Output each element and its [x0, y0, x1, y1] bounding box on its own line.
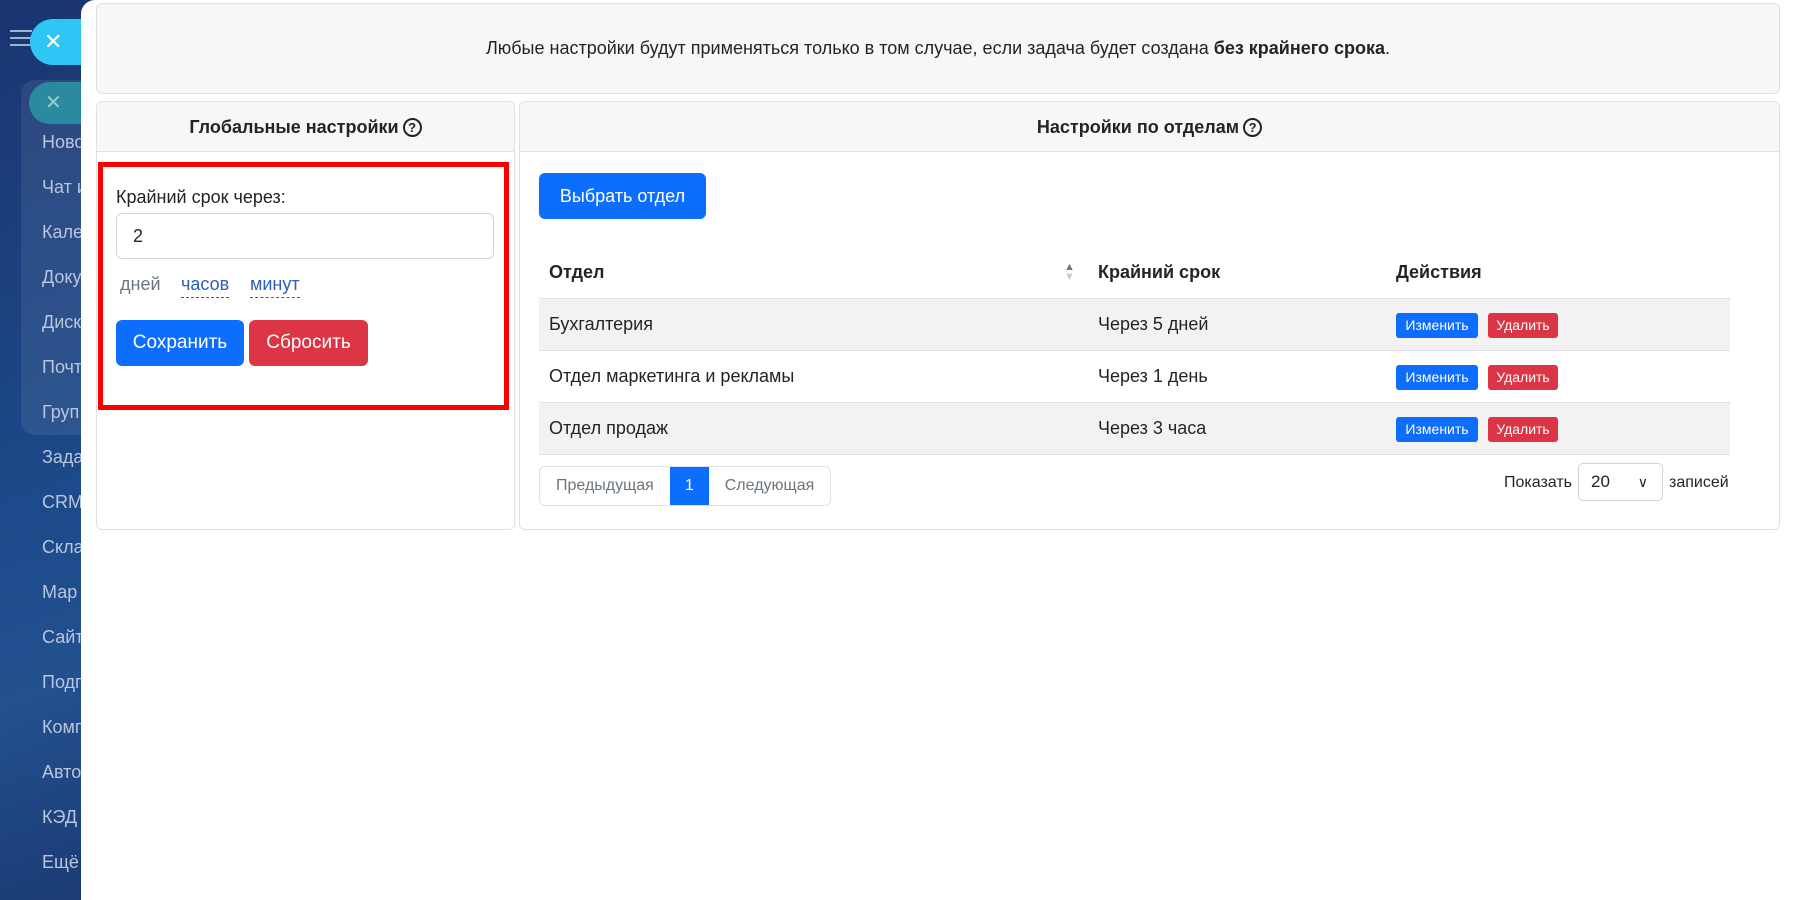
- deadline-value: Через 1 день: [1098, 366, 1208, 386]
- sidebar-item[interactable]: Комп: [42, 717, 85, 738]
- show-label: Показать: [1504, 474, 1573, 491]
- records-label: записей: [1669, 474, 1729, 491]
- department-name: Бухгалтерия: [549, 314, 653, 334]
- chevron-down-icon: ∨: [1637, 474, 1648, 490]
- pagination: Предыдущая 1 Следующая: [539, 466, 832, 506]
- table-row: Бухгалтерия Через 5 дней Изменить Удалить: [539, 298, 1730, 351]
- edit-button[interactable]: Изменить: [1396, 313, 1478, 338]
- table-row: Отдел продаж Через 3 часа Изменить Удалить: [539, 402, 1730, 455]
- sidebar-item[interactable]: Мар: [42, 582, 77, 603]
- sidebar-item[interactable]: Подп: [42, 672, 85, 693]
- global-settings-title: Глобальные настройки: [189, 117, 399, 137]
- column-header-actions: Действия: [1396, 262, 1482, 282]
- save-button[interactable]: Сохранить: [116, 320, 244, 366]
- unit-hours[interactable]: часов: [181, 274, 230, 298]
- notice-bold: без крайнего срока: [1213, 38, 1386, 58]
- sidebar-item[interactable]: Почт: [42, 357, 82, 378]
- notice-end: .: [1385, 38, 1391, 58]
- column-header-department[interactable]: Отдел: [549, 262, 604, 283]
- deadline-input[interactable]: 2: [116, 213, 494, 259]
- sidebar-item[interactable]: Доку: [42, 267, 81, 288]
- sidebar-item[interactable]: Ещё: [42, 852, 79, 873]
- column-header-deadline[interactable]: Крайний срок: [1098, 262, 1220, 283]
- sidebar-item[interactable]: Зада: [42, 447, 83, 468]
- unit-days[interactable]: дней: [120, 274, 161, 295]
- delete-button[interactable]: Удалить: [1488, 365, 1558, 390]
- table-row: Отдел маркетинга и рекламы Через 1 день Из…: [539, 350, 1730, 403]
- notice-banner: Любые настройки будут применяться только…: [96, 3, 1780, 94]
- page-size-select[interactable]: 20 ∨: [1578, 463, 1663, 501]
- sidebar-item[interactable]: КЭД: [42, 807, 77, 828]
- prev-page-button[interactable]: Предыдущая: [540, 467, 670, 505]
- delete-button[interactable]: Удалить: [1488, 313, 1558, 338]
- department-settings-title: Настройки по отделам: [1036, 117, 1240, 137]
- edit-button[interactable]: Изменить: [1396, 417, 1478, 442]
- page-size-value: 20: [1591, 472, 1610, 491]
- deadline-label: Крайний срок через:: [116, 187, 286, 207]
- next-page-button[interactable]: Следующая: [709, 467, 830, 505]
- notice-text: Любые настройки будут применяться только…: [485, 38, 1214, 58]
- select-department-button[interactable]: Выбрать отдел: [539, 173, 706, 219]
- table-bottom-border: [539, 454, 1730, 455]
- help-icon[interactable]: ?: [402, 118, 422, 137]
- sidebar-item[interactable]: Скла: [42, 537, 84, 558]
- help-icon[interactable]: ?: [1243, 118, 1263, 137]
- deadline-value: Через 5 дней: [1098, 314, 1209, 334]
- menu-icon[interactable]: [10, 30, 32, 46]
- reset-button[interactable]: Сбросить: [249, 320, 368, 366]
- department-name: Отдел продаж: [549, 418, 668, 438]
- page-1-button[interactable]: 1: [669, 467, 709, 505]
- edit-button[interactable]: Изменить: [1396, 365, 1478, 390]
- sidebar-item[interactable]: CRM: [42, 492, 83, 513]
- sidebar-item[interactable]: Сайт: [42, 627, 84, 648]
- sidebar-item[interactable]: Ново: [42, 132, 84, 153]
- deadline-value: Через 3 часа: [1098, 418, 1207, 438]
- delete-button[interactable]: Удалить: [1488, 417, 1558, 442]
- sidebar-item[interactable]: Авто: [42, 762, 81, 783]
- sidebar-item[interactable]: Груп: [42, 402, 79, 423]
- unit-minutes[interactable]: минут: [250, 274, 300, 298]
- sort-icon[interactable]: ▲ ▼: [1064, 262, 1075, 283]
- sidebar-item[interactable]: Кале: [42, 222, 83, 243]
- department-name: Отдел маркетинга и рекламы: [549, 366, 795, 386]
- sidebar-item[interactable]: Диск: [42, 312, 81, 333]
